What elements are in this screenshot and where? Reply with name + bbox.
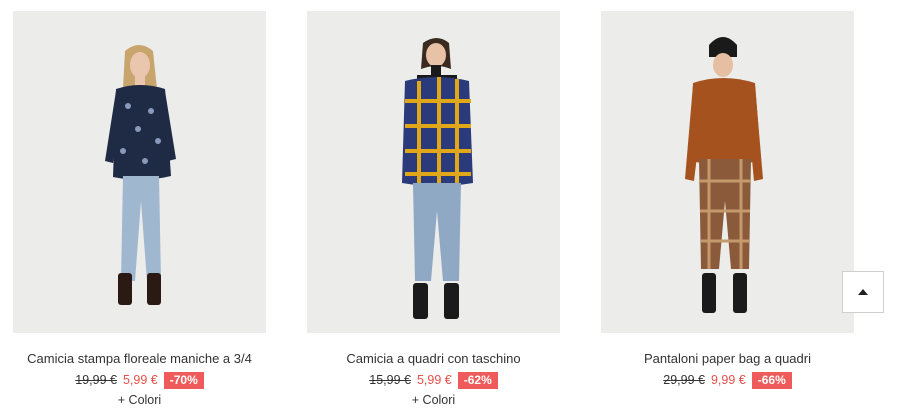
product-name[interactable]: Camicia stampa floreale maniche a 3/4 xyxy=(13,351,266,367)
model-plaid-shirt-illustration xyxy=(402,38,473,319)
more-colors-link[interactable]: + Colori xyxy=(13,393,266,407)
original-price: 15,99 € xyxy=(369,373,411,387)
scroll-to-top-button[interactable] xyxy=(842,271,884,313)
sale-price: 5,99 € xyxy=(416,373,452,387)
product-image[interactable] xyxy=(307,11,560,333)
sale-price: 5,99 € xyxy=(122,373,158,387)
discount-badge: -66% xyxy=(751,372,792,389)
discount-badge: -62% xyxy=(457,372,498,389)
product-image[interactable] xyxy=(601,11,854,333)
price-row: 29,99 € 9,99 € -66% xyxy=(601,372,854,389)
discount-badge: -70% xyxy=(163,372,204,389)
model-plaid-trousers-illustration xyxy=(685,37,763,313)
price-row: 15,99 € 5,99 € -62% xyxy=(307,372,560,389)
original-price: 19,99 € xyxy=(75,373,117,387)
price-row: 19,99 € 5,99 € -70% xyxy=(13,372,266,389)
original-price: 29,99 € xyxy=(663,373,705,387)
model-floral-shirt-illustration xyxy=(105,45,176,305)
product-info: Camicia a quadri con taschino 15,99 € 5,… xyxy=(307,351,560,407)
sale-price: 9,99 € xyxy=(710,373,746,387)
product-name[interactable]: Pantaloni paper bag a quadri xyxy=(601,351,854,367)
product-card: Pantaloni paper bag a quadri 29,99 € 9,9… xyxy=(601,11,854,389)
product-info: Camicia stampa floreale maniche a 3/4 19… xyxy=(13,351,266,407)
product-card: Camicia a quadri con taschino 15,99 € 5,… xyxy=(307,11,560,407)
product-image[interactable] xyxy=(13,11,266,333)
product-info: Pantaloni paper bag a quadri 29,99 € 9,9… xyxy=(601,351,854,389)
product-name[interactable]: Camicia a quadri con taschino xyxy=(307,351,560,367)
more-colors-link[interactable]: + Colori xyxy=(307,393,560,407)
product-card: Camicia stampa floreale maniche a 3/4 19… xyxy=(13,11,266,407)
arrow-up-icon xyxy=(858,289,868,295)
